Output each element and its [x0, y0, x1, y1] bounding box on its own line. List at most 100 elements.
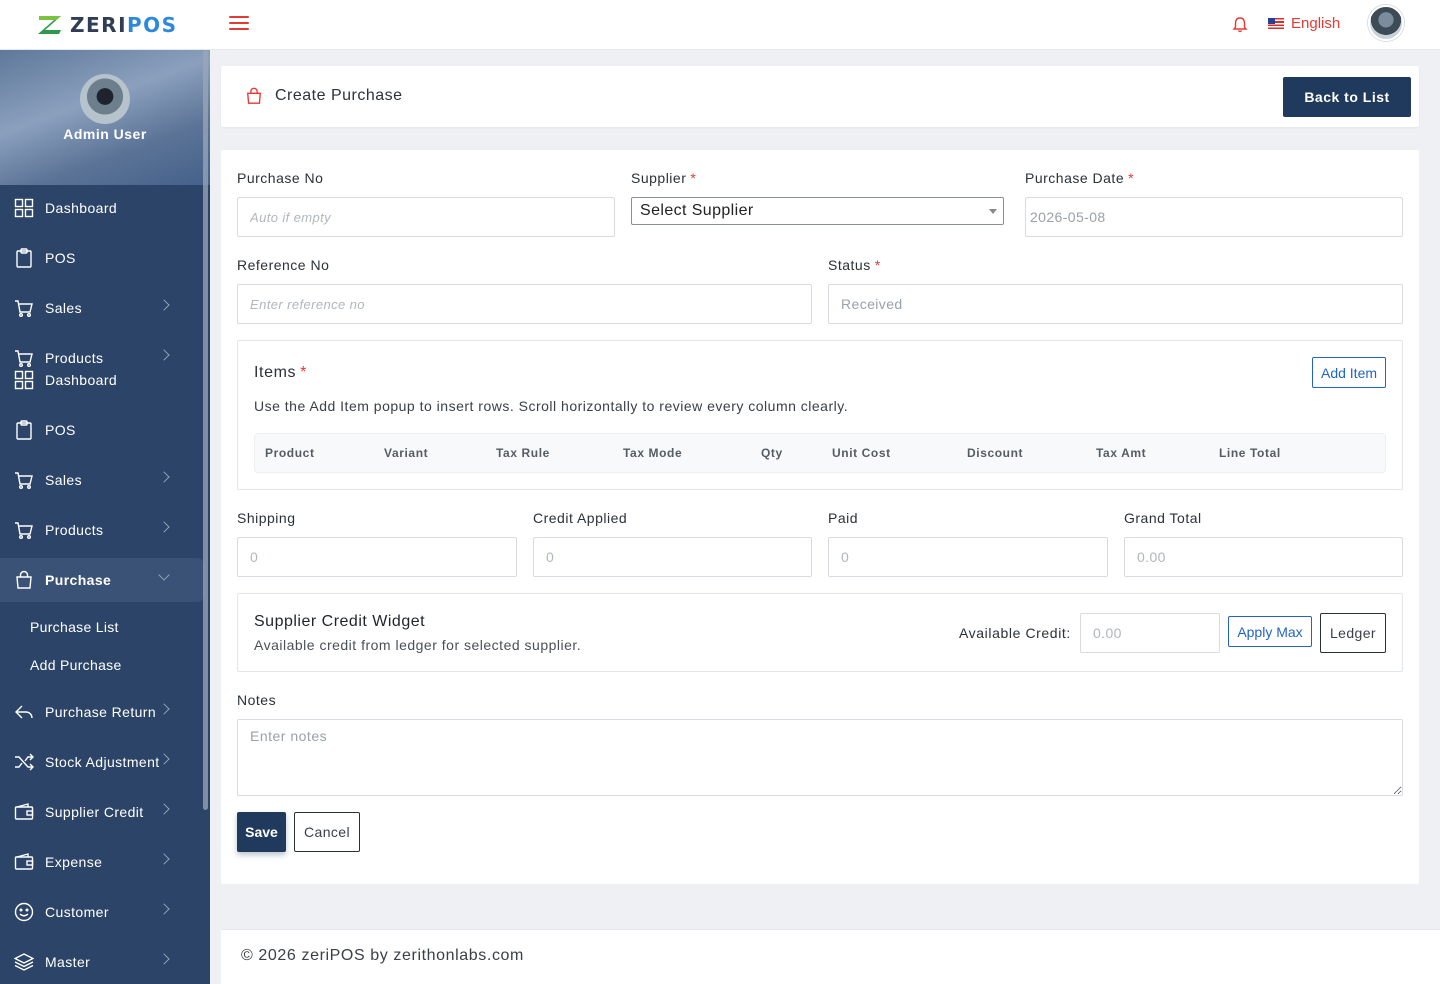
sidebar-item-dashboard-2[interactable]: Dashboard — [0, 358, 205, 402]
available-credit-input[interactable] — [1080, 613, 1220, 653]
credit-applied-input[interactable] — [533, 537, 812, 577]
cart-icon — [13, 519, 35, 541]
sidebar-item-customer[interactable]: Customer — [0, 890, 205, 934]
sidebar-item-label: Dashboard — [45, 200, 118, 216]
clipboard-icon — [13, 419, 35, 441]
grand-total-input[interactable] — [1124, 537, 1403, 577]
status-input[interactable] — [828, 284, 1403, 324]
sidebar-item-label: Master — [45, 954, 91, 970]
sidebar-scrollbar[interactable] — [203, 50, 208, 810]
sidebar-item-label: Customer — [45, 904, 109, 920]
sidebar-item-supplier-credit[interactable]: Supplier Credit — [0, 790, 205, 834]
brand-logo[interactable]: ZERIPOS — [36, 13, 178, 37]
sidebar-item-master[interactable]: Master — [0, 940, 205, 984]
sidebar-item-label: Sales — [45, 472, 83, 488]
sidebar-item-products-2[interactable]: Products — [0, 508, 205, 552]
sidebar-item-label: POS — [45, 422, 76, 438]
layers-icon — [13, 951, 35, 973]
notes-label: Notes — [237, 692, 277, 708]
sidebar-item-label: Supplier Credit — [45, 804, 144, 820]
sidebar-item-expense[interactable]: Expense — [0, 840, 205, 884]
grand-total-label: Grand Total — [1124, 510, 1202, 526]
sidebar-item-stock-adjustment[interactable]: Stock Adjustment — [0, 740, 205, 784]
chevron-down-icon — [158, 569, 170, 581]
top-bar: ZERIPOS English — [0, 0, 1440, 50]
sidebar-item-purchase-return[interactable]: Purchase Return — [0, 690, 205, 734]
sidebar-item-sales-2[interactable]: Sales — [0, 458, 205, 502]
credit-widget-subtitle: Available credit from ledger for selecte… — [254, 637, 582, 653]
supplier-credit-widget: Supplier Credit Widget Available credit … — [237, 593, 1403, 672]
us-flag-icon — [1268, 18, 1284, 29]
sidebar-item-label: Sales — [45, 300, 83, 316]
chevron-down-icon — [989, 209, 997, 214]
shuffle-icon — [13, 751, 35, 773]
column-header: Qty — [761, 446, 783, 460]
sidebar-item-label: Expense — [45, 854, 103, 870]
reference-no-label: Reference No — [237, 257, 330, 273]
smile-icon — [13, 901, 35, 923]
reference-no-input[interactable] — [237, 284, 812, 324]
supplier-select[interactable]: Select Supplier — [631, 197, 1004, 225]
bag-icon — [246, 87, 262, 104]
credit-applied-label: Credit Applied — [533, 510, 628, 526]
column-header: Unit Cost — [832, 446, 891, 460]
items-section: Items * Use the Add Item popup to insert … — [237, 340, 1403, 490]
column-header: Tax Amt — [1096, 446, 1147, 460]
ledger-button[interactable]: Ledger — [1320, 613, 1386, 653]
purchase-date-input[interactable] — [1025, 197, 1403, 237]
page-title: Create Purchase — [275, 87, 403, 104]
credit-widget-title: Supplier Credit Widget — [254, 613, 426, 630]
status-label: Status * — [828, 257, 881, 273]
column-header: Discount — [967, 446, 1024, 460]
return-icon — [13, 701, 35, 723]
items-help-text: Use the Add Item popup to insert rows. S… — [254, 398, 849, 414]
bag-icon — [13, 569, 35, 591]
apply-max-button[interactable]: Apply Max — [1228, 616, 1312, 647]
sidebar-item-pos[interactable]: POS — [0, 236, 205, 280]
sidebar: Admin User Dashboard POS Sales Products … — [0, 50, 210, 984]
add-item-button[interactable]: Add Item — [1312, 357, 1386, 388]
cart-icon — [13, 297, 35, 319]
back-to-list-button[interactable]: Back to List — [1283, 77, 1411, 117]
brand-name: ZERIPOS — [70, 13, 178, 37]
chevron-right-icon — [158, 521, 170, 533]
chevron-right-icon — [158, 471, 170, 483]
available-credit-label: Available Credit: — [959, 625, 1071, 641]
copyright-text: © 2026 zeriPOS by zerithonlabs.com — [241, 947, 524, 964]
shipping-input[interactable] — [237, 537, 517, 577]
save-button[interactable]: Save — [237, 812, 286, 852]
sidebar-item-sales[interactable]: Sales — [0, 286, 205, 330]
sidebar-item-dashboard[interactable]: Dashboard — [0, 186, 205, 230]
sidebar-item-label: Products — [45, 522, 104, 538]
language-selector[interactable]: English — [1268, 15, 1340, 32]
user-avatar[interactable] — [1368, 5, 1404, 41]
bell-icon[interactable] — [1230, 15, 1250, 35]
purchase-no-input[interactable] — [237, 197, 615, 237]
footer: © 2026 zeriPOS by zerithonlabs.com — [221, 929, 1440, 984]
clipboard-icon — [13, 247, 35, 269]
purchase-form: Purchase No Supplier* Select Supplier Pu… — [221, 150, 1419, 884]
sidebar-subitem-add-purchase[interactable]: Add Purchase — [30, 657, 122, 673]
chevron-right-icon — [158, 299, 170, 311]
cancel-button[interactable]: Cancel — [294, 812, 360, 852]
sidebar-subitem-purchase-list[interactable]: Purchase List — [30, 619, 119, 635]
chevron-right-icon — [158, 953, 170, 965]
cart-icon — [13, 469, 35, 491]
menu-toggle-icon[interactable] — [229, 16, 249, 34]
column-header: Line Total — [1219, 446, 1281, 460]
language-label: English — [1291, 15, 1341, 32]
supplier-label: Supplier * — [631, 170, 697, 186]
items-table-header: Product Variant Tax Rule Tax Mode Qty Un… — [254, 433, 1386, 473]
chevron-right-icon — [158, 853, 170, 865]
notes-textarea[interactable] — [237, 719, 1403, 796]
sidebar-item-label: POS — [45, 250, 76, 266]
page-header: Create Purchase Back to List — [221, 66, 1419, 127]
sidebar-profile: Admin User — [0, 50, 210, 185]
sidebar-item-label: Purchase — [45, 572, 112, 588]
profile-avatar — [80, 74, 130, 124]
purchase-no-label: Purchase No — [237, 170, 324, 186]
paid-label: Paid — [828, 510, 859, 526]
paid-input[interactable] — [828, 537, 1108, 577]
sidebar-item-purchase[interactable]: Purchase — [0, 558, 205, 602]
sidebar-item-pos-2[interactable]: POS — [0, 408, 205, 452]
